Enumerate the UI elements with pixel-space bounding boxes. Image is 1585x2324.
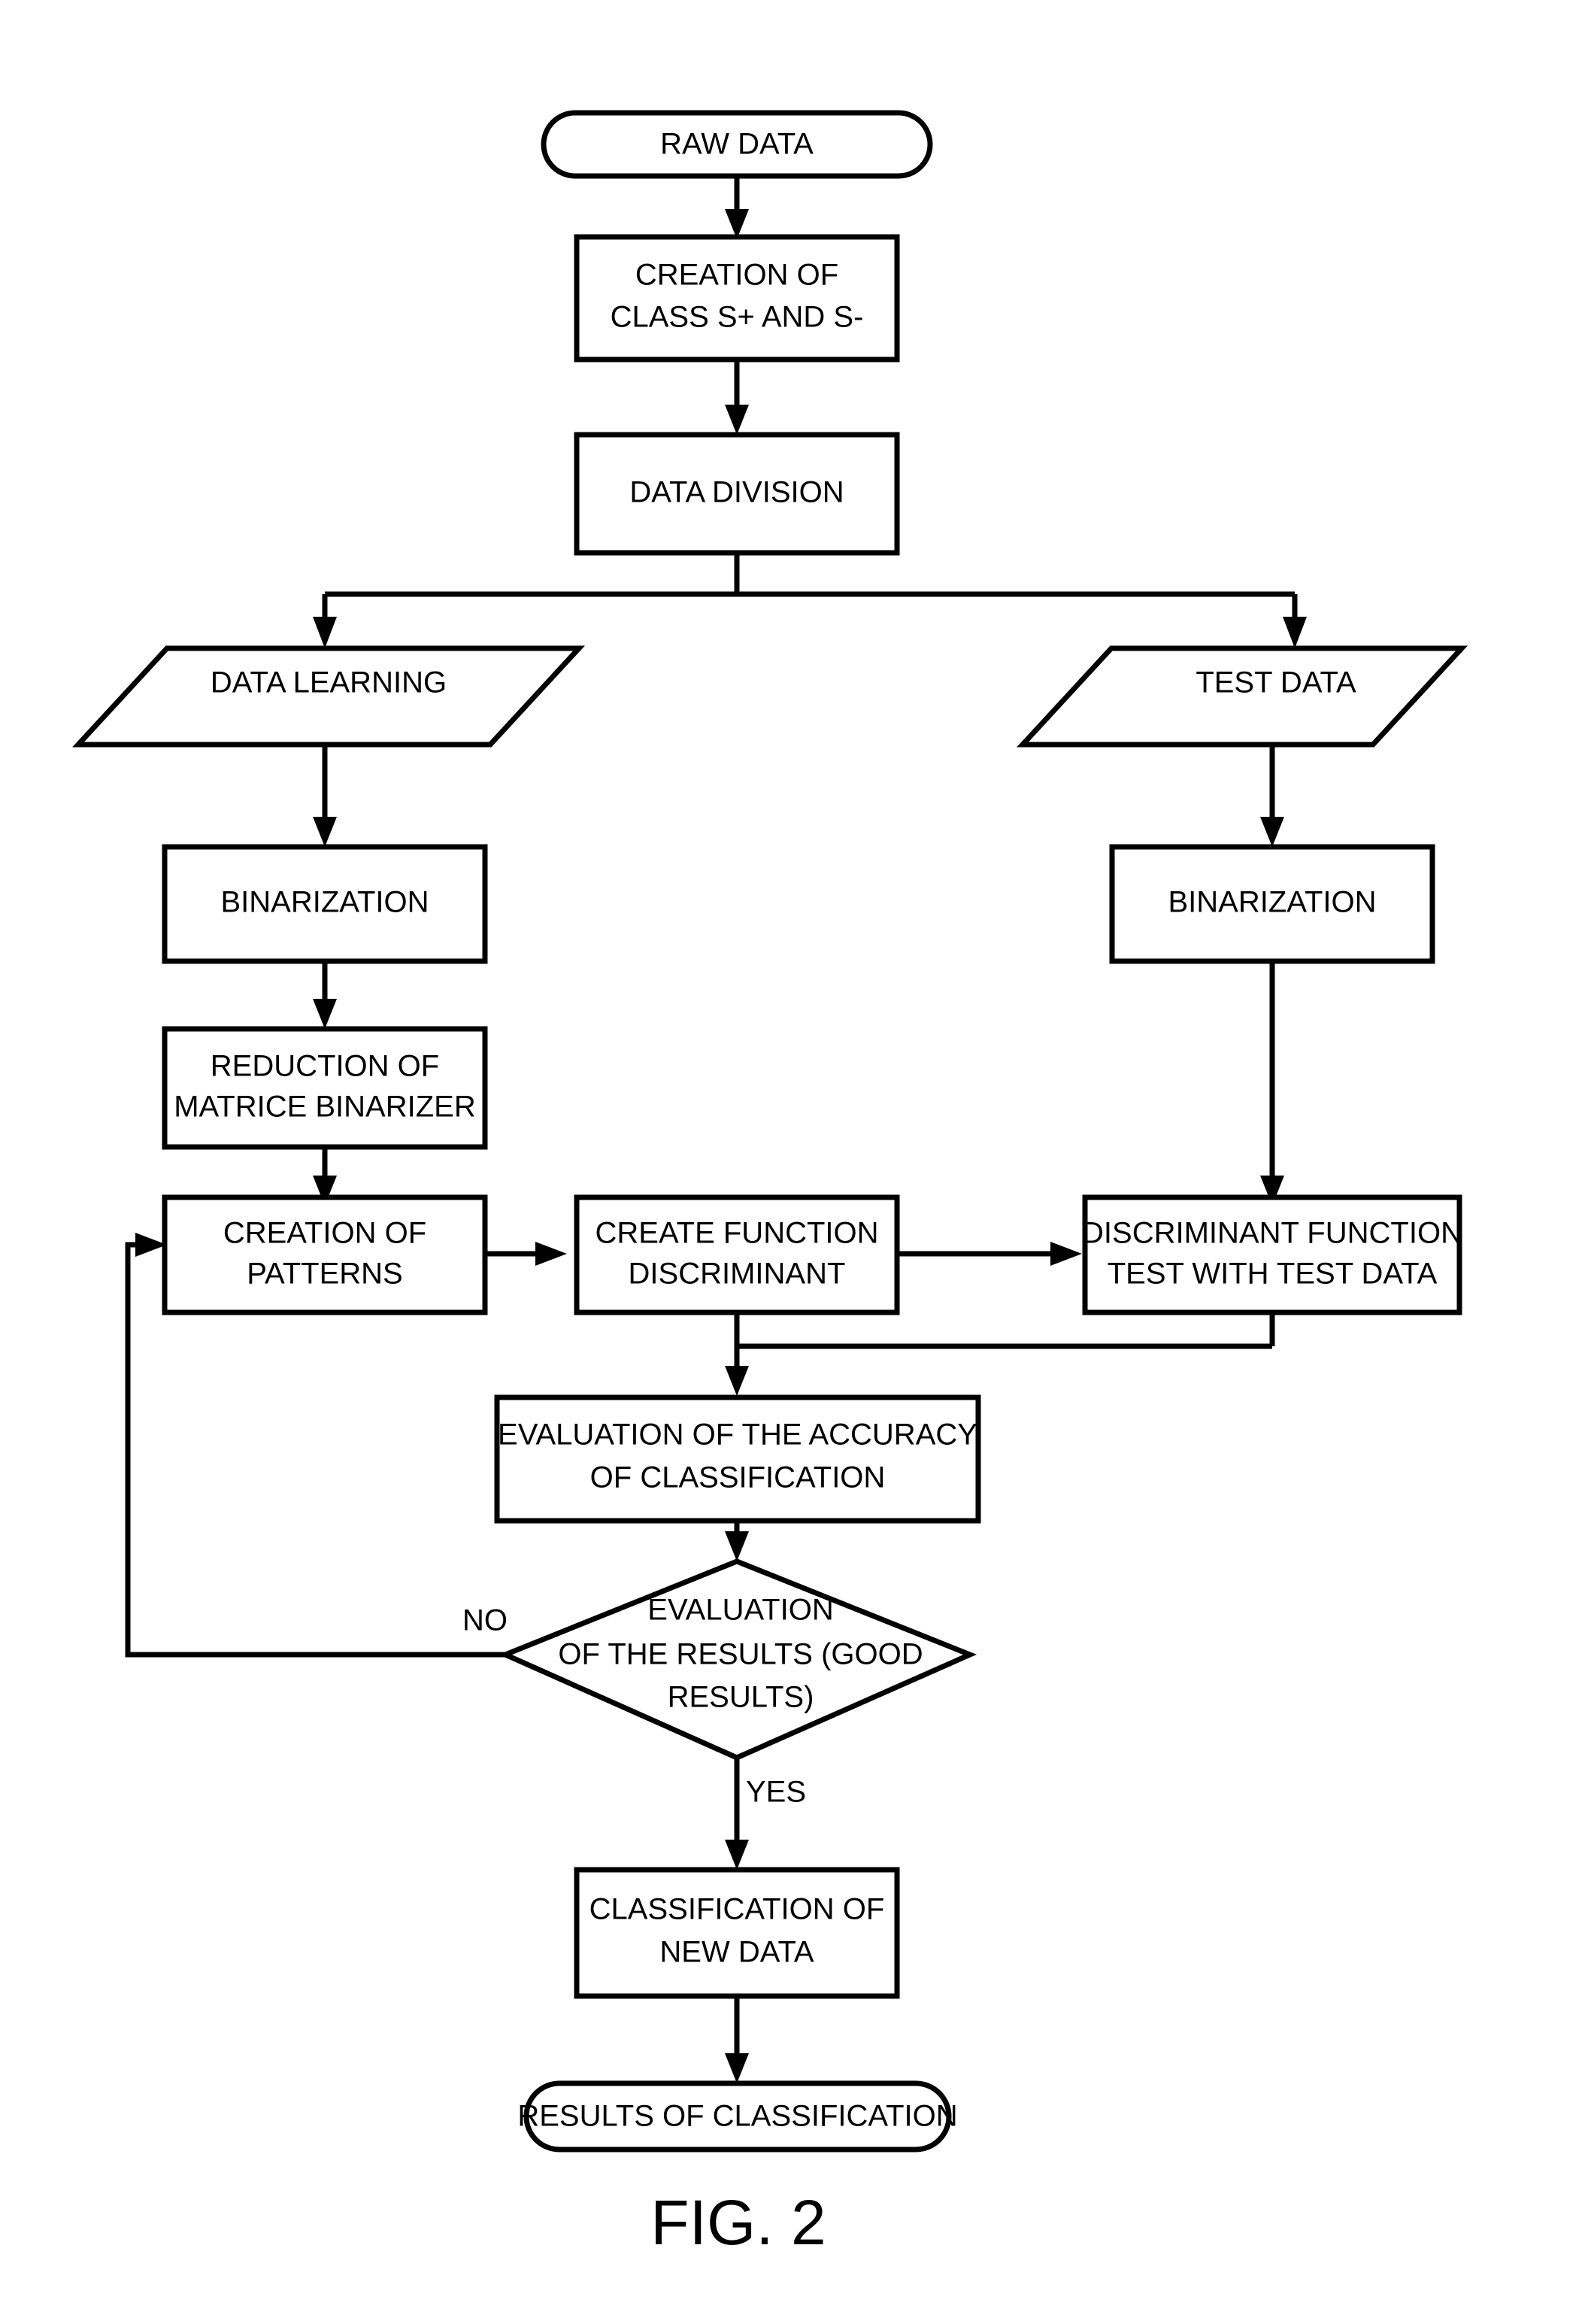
discriminant-test-shape[interactable] [1082, 1194, 1462, 1315]
creation-of-patterns-label-line1: CREATION OF [223, 1217, 426, 1250]
node-data-division[interactable]: DATA DIVISION [574, 432, 900, 556]
creation-of-class-label-line1: CREATION OF [635, 259, 838, 292]
data-learning-label: DATA LEARNING [211, 666, 447, 699]
discriminant-test-label-line2: TEST WITH TEST DATA [1108, 1258, 1438, 1291]
node-raw-data[interactable]: RAW DATA [541, 110, 933, 179]
edge-raw-data-to-creation-class [725, 174, 749, 239]
node-data-learning[interactable]: DATA LEARNING [72, 645, 585, 748]
decision-label-line2: OF THE RESULTS (GOOD [558, 1638, 923, 1671]
edge-binarization-right-to-discriminant-test [1260, 961, 1284, 1206]
branch-label-yes: YES [746, 1776, 806, 1809]
reduction-shape[interactable] [162, 1026, 488, 1150]
edge-decision-yes-to-classification [725, 1758, 749, 1870]
evaluation-accuracy-shape[interactable] [494, 1394, 981, 1524]
node-binarization-right[interactable]: BINARIZATION [1109, 844, 1435, 964]
classification-new-data-shape[interactable] [574, 1867, 900, 1999]
edge-data-division-split [313, 553, 1307, 648]
raw-data-label: RAW DATA [660, 128, 814, 161]
node-classification-of-new-data[interactable]: CLASSIFICATION OF NEW DATA [574, 1867, 900, 1999]
edge-creation-class-to-data-division [725, 360, 749, 435]
evaluation-accuracy-label-line1: EVALUATION OF THE ACCURACY [498, 1418, 977, 1452]
node-binarization-left[interactable]: BINARIZATION [162, 844, 488, 964]
classification-new-data-label-line2: NEW DATA [659, 1936, 814, 1969]
classification-new-data-label-line1: CLASSIFICATION OF [589, 1893, 885, 1926]
edge-binarization-left-to-reduction [313, 961, 337, 1029]
create-function-label-line2: DISCRIMINANT [629, 1258, 846, 1291]
binarization-left-label: BINARIZATION [220, 886, 429, 919]
creation-of-patterns-label-line2: PATTERNS [247, 1258, 402, 1291]
node-evaluation-of-accuracy[interactable]: EVALUATION OF THE ACCURACY OF CLASSIFICA… [494, 1394, 981, 1524]
reduction-label-line1: REDUCTION OF [211, 1050, 439, 1083]
evaluation-accuracy-label-line2: OF CLASSIFICATION [590, 1461, 886, 1494]
node-creation-of-patterns[interactable]: CREATION OF PATTERNS [162, 1194, 488, 1315]
figure-canvas: RAW DATA CREATION OF CLASS S+ AND S- DAT… [0, 0, 1585, 2324]
edge-merge-to-evaluation-accuracy [725, 1312, 1275, 1396]
flowchart-diagram: RAW DATA CREATION OF CLASS S+ AND S- DAT… [72, 110, 1468, 2258]
decision-label-line3: RESULTS) [668, 1681, 814, 1714]
data-division-label: DATA DIVISION [629, 476, 844, 509]
test-data-label: TEST DATA [1196, 666, 1356, 699]
binarization-right-label: BINARIZATION [1168, 886, 1376, 919]
node-test-data[interactable]: TEST DATA [1017, 645, 1468, 748]
results-label: RESULTS OF CLASSIFICATION [517, 2100, 957, 2133]
edge-data-learning-to-binarization-left [313, 745, 337, 847]
node-results-of-classification[interactable]: RESULTS OF CLASSIFICATION [517, 2080, 958, 2153]
edge-evaluation-accuracy-to-decision [725, 1521, 749, 1561]
node-decision-evaluation-of-results[interactable]: EVALUATION OF THE RESULTS (GOOD RESULTS) [499, 1558, 977, 1761]
branch-label-no: NO [462, 1604, 508, 1637]
create-function-label-line1: CREATE FUNCTION [595, 1217, 878, 1250]
discriminant-test-label-line1: DISCRIMINANT FUNCTION [1082, 1217, 1462, 1250]
edge-create-function-to-discriminant-test [897, 1242, 1082, 1266]
edge-classification-to-results [725, 1996, 749, 2083]
decision-label-line1: EVALUATION [647, 1594, 833, 1627]
creation-of-patterns-shape[interactable] [162, 1194, 488, 1315]
creation-of-class-label-line2: CLASS S+ AND S- [611, 301, 864, 334]
creation-of-class-shape[interactable] [574, 234, 900, 363]
node-discriminant-function-test[interactable]: DISCRIMINANT FUNCTION TEST WITH TEST DAT… [1082, 1194, 1462, 1315]
reduction-label-line2: MATRICE BINARIZER [174, 1091, 476, 1124]
node-create-function-discriminant[interactable]: CREATE FUNCTION DISCRIMINANT [574, 1194, 900, 1315]
edge-test-data-to-binarization-right [1260, 745, 1284, 847]
figure-caption: FIG. 2 [650, 2187, 826, 2258]
edge-creation-patterns-to-create-function [485, 1242, 567, 1266]
create-function-shape[interactable] [574, 1194, 900, 1315]
node-reduction-of-matrice-binarizer[interactable]: REDUCTION OF MATRICE BINARIZER [162, 1026, 488, 1150]
node-creation-of-class[interactable]: CREATION OF CLASS S+ AND S- [574, 234, 900, 363]
